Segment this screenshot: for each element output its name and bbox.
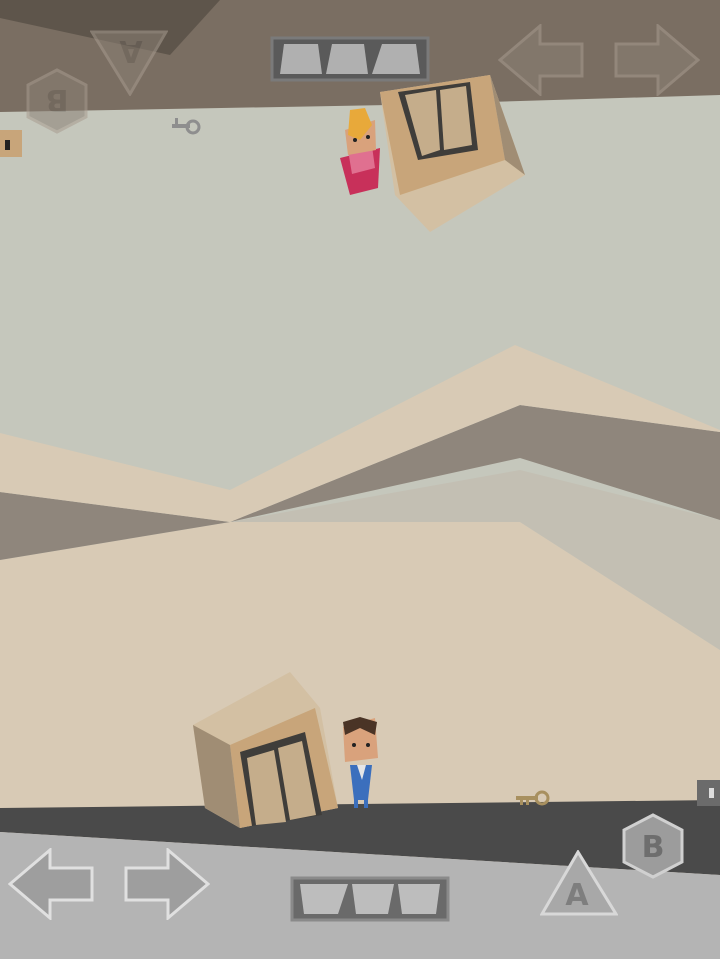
b-button-label: B (642, 830, 665, 865)
top-move-right-button-mirrored[interactable] (498, 24, 584, 96)
a-button-label: A (565, 878, 589, 913)
top-inventory-bar-mirrored[interactable] (270, 36, 430, 82)
arrow-right-icon (498, 24, 584, 96)
a-button[interactable]: A (540, 850, 618, 918)
inventory-slot-3[interactable] (398, 884, 440, 914)
b-button[interactable]: B (620, 813, 686, 879)
top-move-left-button-mirrored[interactable] (614, 24, 700, 96)
inventory-slot-3[interactable] (280, 44, 322, 74)
inventory-bar[interactable] (290, 876, 450, 922)
game-scene (0, 0, 720, 959)
arrow-left-icon (614, 24, 700, 96)
top-a-button-mirrored[interactable]: A (90, 28, 168, 96)
top-b-button-mirrored[interactable]: B (24, 68, 90, 134)
move-right-button[interactable] (124, 848, 210, 920)
padlock-bottom[interactable] (697, 780, 720, 806)
inventory-slot-2[interactable] (326, 44, 368, 74)
move-left-button[interactable] (8, 848, 94, 920)
top-b-button-label: B (46, 82, 69, 117)
padlock-top[interactable] (0, 130, 22, 157)
inventory-slot-2[interactable] (352, 884, 394, 914)
top-a-button-label: A (119, 33, 143, 68)
arrow-right-icon (124, 848, 210, 920)
arrow-left-icon (8, 848, 94, 920)
